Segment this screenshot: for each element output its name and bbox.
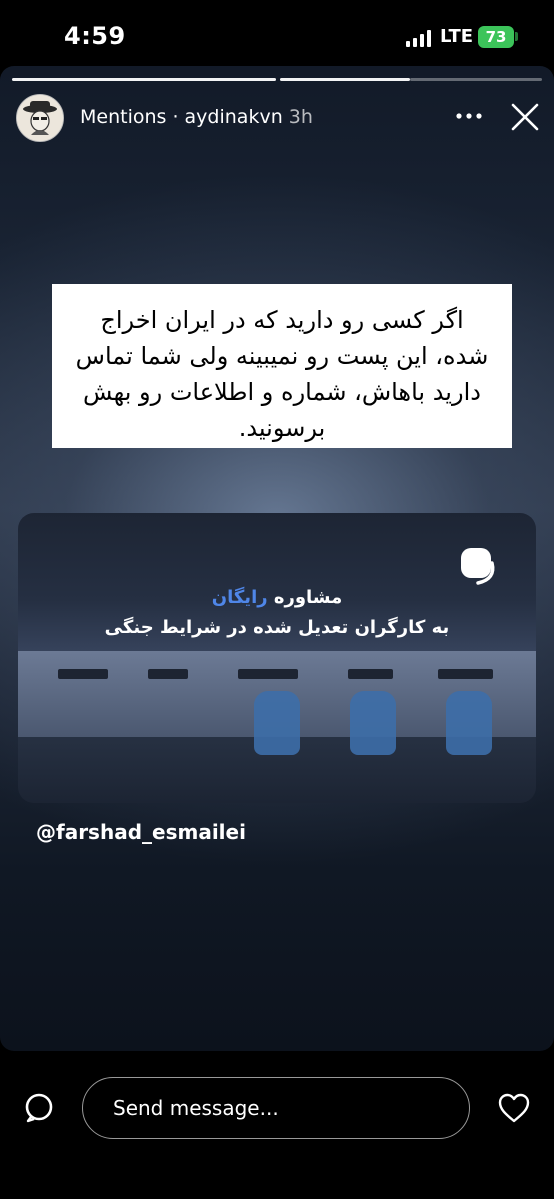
chair-graphic [254,691,300,755]
send-message-input[interactable]: Send message... [82,1077,470,1139]
avatar[interactable] [16,94,64,142]
send-message-placeholder: Send message... [113,1096,279,1120]
story-text: اگر کسی رو دارید که در ایران اخراج شده، … [75,306,489,442]
story-header[interactable]: Mentions · aydinakvn 3h [80,106,313,128]
story-source-label[interactable]: Mentions · aydinakvn [80,106,283,128]
story-progress-segment [280,78,410,81]
signal-icon [406,29,434,47]
chair-graphic [446,691,492,755]
battery-level: 73 [485,28,507,46]
story-viewer[interactable]: Mentions · aydinakvn 3h اگر کسی رو دارید … [0,66,554,1051]
post-headline: مشاوره رایگان [211,587,343,608]
story-progress-segment [410,78,542,81]
post-subheadline: به کارگران تعدیل شده در شرایط جنگی [104,617,450,638]
search-icon[interactable] [24,1092,56,1124]
status-bar: 4:59 LTE 73 [0,0,554,70]
story-time: 3h [288,106,313,128]
more-icon[interactable] [452,106,486,126]
chair-graphic [350,691,396,755]
story-progress-segment [12,78,276,81]
shared-post-card[interactable]: مشاوره رایگان به کارگران تعدیل شده در شر… [18,513,536,803]
battery-cap [515,32,518,41]
battery-icon: 73 [478,26,514,48]
post-headline-highlight: رایگان [211,587,268,608]
status-time: 4:59 [64,22,126,50]
mention-sticker[interactable]: @farshad_esmailei [36,820,246,844]
heart-icon[interactable] [497,1092,531,1124]
brand-logo-icon [461,548,495,585]
network-type: LTE [440,26,474,47]
story-text-card: اگر کسی رو دارید که در ایران اخراج شده، … [52,284,512,448]
close-icon[interactable] [508,100,542,134]
